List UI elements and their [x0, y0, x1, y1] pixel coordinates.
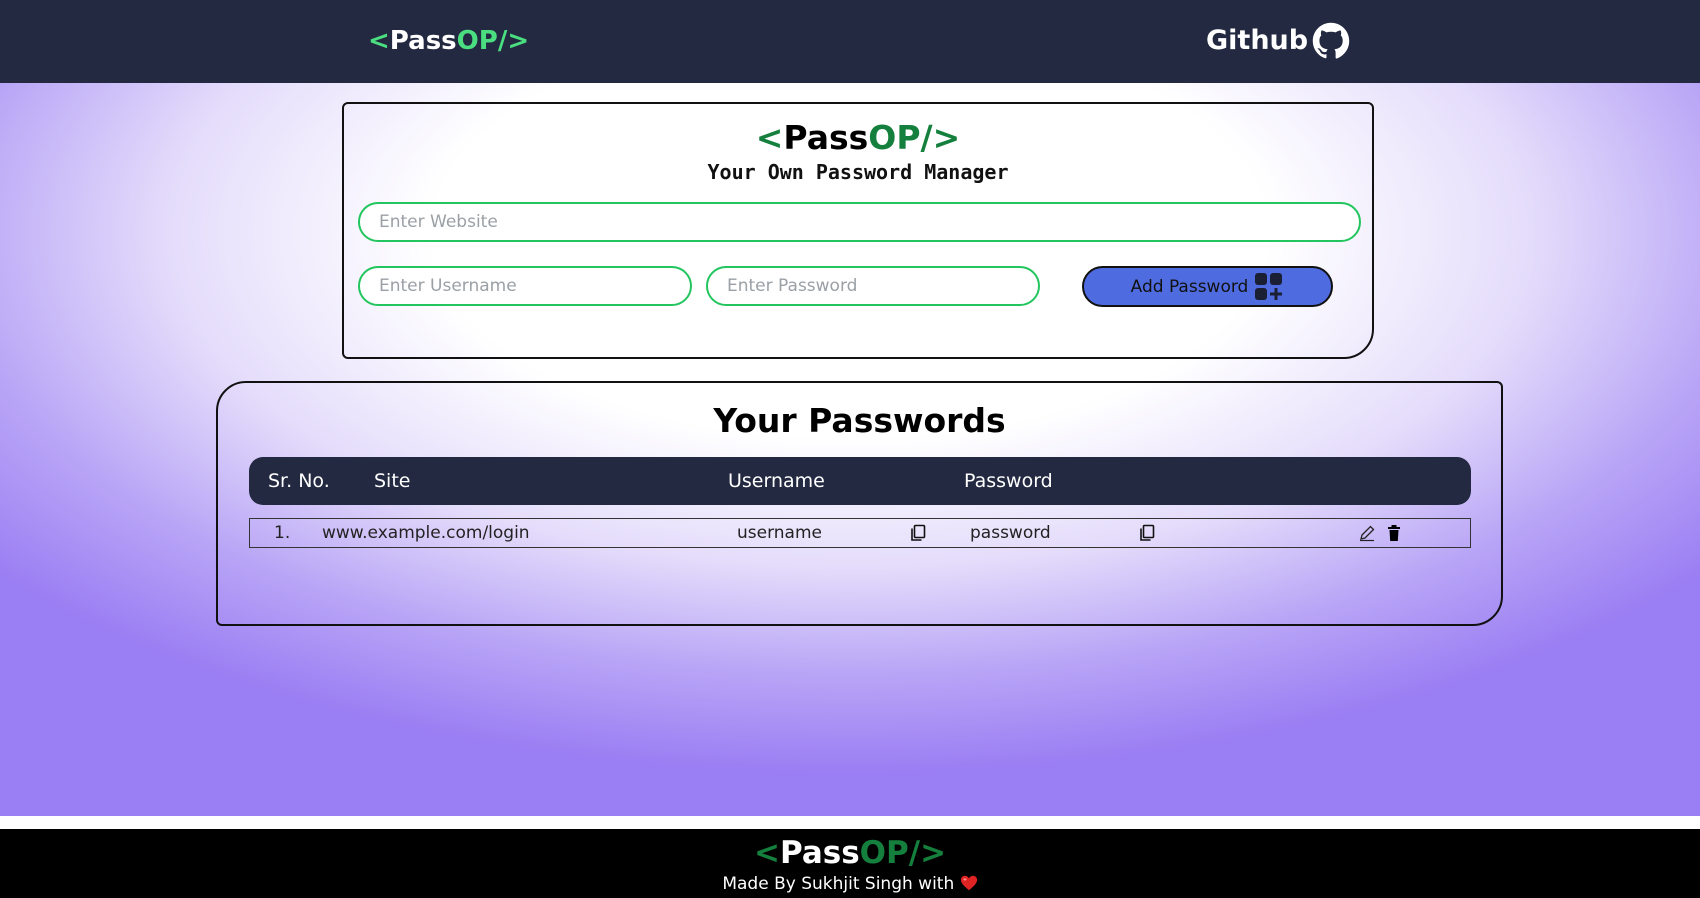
row-site[interactable]: www.example.com/login — [322, 523, 530, 543]
top-navbar: <PassOP/> Github — [0, 0, 1700, 83]
column-header-sr-no: Sr. No. — [268, 470, 330, 492]
column-header-username: Username — [728, 470, 825, 492]
website-input[interactable] — [358, 202, 1361, 242]
delete-icon[interactable] — [1385, 524, 1403, 542]
row-sr-no: 1. — [274, 523, 291, 543]
logo-close-bracket: > — [932, 118, 961, 157]
github-icon[interactable] — [1312, 22, 1350, 60]
row-username: username — [737, 523, 822, 543]
column-header-site: Site — [374, 470, 411, 492]
add-grid-icon — [1255, 272, 1283, 300]
form-subtitle: Your Own Password Manager — [707, 160, 1009, 184]
logo-pass: Pass — [389, 26, 457, 56]
password-input[interactable] — [706, 266, 1040, 306]
column-header-password: Password — [964, 470, 1053, 492]
logo-pass: Pass — [779, 835, 860, 871]
username-input[interactable] — [358, 266, 692, 306]
logo-pass: Pass — [783, 118, 869, 157]
logo-close-bracket: > — [507, 26, 530, 56]
logo-open-bracket: < — [753, 835, 780, 871]
logo-op: OP/ — [859, 835, 921, 871]
password-form-card: <PassOP/> Your Own Password Manager Add … — [342, 102, 1374, 359]
passwords-title: Your Passwords — [713, 401, 1006, 440]
add-password-button[interactable]: Add Password — [1082, 266, 1333, 307]
logo-op: OP/ — [456, 26, 508, 56]
passwords-table-header: Sr. No. Site Username Password — [249, 457, 1471, 505]
form-logo: <PassOP/> — [344, 118, 1372, 157]
edit-icon[interactable] — [1358, 524, 1376, 542]
footer-credit: Made By Sukhjit Singh with — [0, 874, 1700, 894]
logo-op: OP/ — [868, 118, 933, 157]
footer: <PassOP/> Made By Sukhjit Singh with — [0, 829, 1700, 898]
footer-credit-text: Made By Sukhjit Singh with — [722, 874, 955, 894]
logo-open-bracket: < — [755, 118, 784, 157]
row-password: password — [970, 523, 1051, 543]
nav-logo[interactable]: <PassOP/> — [368, 26, 529, 56]
github-link-label[interactable]: Github — [1206, 25, 1308, 56]
copy-username-icon[interactable] — [909, 524, 927, 542]
copy-password-icon[interactable] — [1138, 524, 1156, 542]
heart-icon — [960, 875, 977, 891]
table-row: 1. www.example.com/login username passwo… — [249, 518, 1471, 548]
logo-open-bracket: < — [368, 26, 390, 56]
footer-logo: <PassOP/> — [0, 835, 1700, 871]
logo-close-bracket: > — [920, 835, 947, 871]
passwords-card: Your Passwords Sr. No. Site Username Pas… — [216, 381, 1503, 626]
add-password-label: Add Password — [1130, 276, 1249, 297]
